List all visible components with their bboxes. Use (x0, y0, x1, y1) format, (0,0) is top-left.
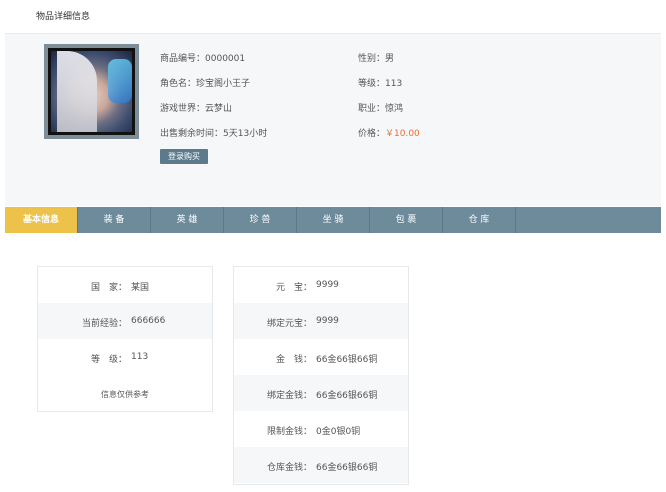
tab-mounts[interactable]: 坐 骑 (297, 207, 370, 233)
gender-label: 性别： (358, 54, 386, 64)
job-value: 惊鸿 (385, 104, 404, 114)
currency-row-money: 金 钱： 66金66银66铜 (234, 339, 408, 375)
job-field: 职业：惊鸿 (358, 101, 403, 114)
role-name-value: 珍宝阁小王子 (196, 79, 251, 89)
bound-money-value: 66金66银66铜 (316, 391, 378, 401)
info-row-experience: 当前经验： 666666 (38, 303, 212, 339)
game-world-field: 游戏世界：云梦山 (160, 101, 232, 114)
time-left-value: 5天13小时 (223, 129, 268, 139)
tab-basic-info[interactable]: 基本信息 (5, 207, 78, 233)
bound-money-label: 绑定金钱： (266, 391, 312, 401)
price-field: 价格：￥10.00 (358, 126, 420, 139)
level-row-value: 113 (131, 352, 149, 362)
reference-note: 信息仅供参考 (101, 390, 149, 399)
basic-info-card: 国 家： 某国 当前经验： 666666 等 级： 113 信息仅供参考 (37, 266, 213, 412)
warehouse-money-value: 66金66银66铜 (316, 463, 378, 473)
time-left-field: 出售剩余时间：5天13小时 (160, 126, 267, 139)
bound-yuanbao-value: 9999 (316, 316, 339, 326)
item-no-label: 商品编号： (160, 54, 206, 64)
avatar-frame (48, 48, 135, 135)
price-value: ￥10.00 (385, 129, 420, 139)
role-name-label: 角色名： (160, 79, 197, 89)
login-buy-button[interactable]: 登录购买 (160, 149, 208, 164)
game-world-label: 游戏世界： (160, 104, 206, 114)
currency-card: 元 宝： 9999 绑定元宝： 9999 金 钱： 66金66银66铜 绑定金钱… (233, 266, 409, 485)
job-label: 职业： (358, 104, 386, 114)
country-value: 某国 (131, 283, 150, 293)
portrait-glow (108, 59, 132, 103)
level-field: 等级：113 (358, 76, 402, 89)
tab-equipment[interactable]: 装 备 (78, 207, 151, 233)
tab-pets[interactable]: 珍 兽 (224, 207, 297, 233)
country-label: 国 家： (90, 283, 127, 293)
role-name-field: 角色名：珍宝阁小王子 (160, 76, 250, 89)
experience-value: 666666 (131, 316, 166, 326)
currency-row-bound-yuanbao: 绑定元宝： 9999 (234, 303, 408, 339)
character-avatar (44, 44, 139, 139)
yuanbao-value: 9999 (316, 280, 339, 290)
limited-money-value: 0金0银0铜 (316, 427, 361, 437)
yuanbao-label: 元 宝： (275, 283, 312, 293)
money-label: 金 钱： (275, 355, 312, 365)
currency-row-yuanbao: 元 宝： 9999 (234, 267, 408, 303)
page-title: 物品详细信息 (36, 12, 91, 22)
level-value: 113 (385, 79, 403, 89)
level-row-label: 等 级： (90, 355, 127, 365)
currency-row-bound-money: 绑定金钱： 66金66银66铜 (234, 375, 408, 411)
time-left-label: 出售剩余时间： (160, 129, 224, 139)
info-row-level: 等 级： 113 (38, 339, 212, 375)
money-value: 66金66银66铜 (316, 355, 378, 365)
info-row-country: 国 家： 某国 (38, 267, 212, 303)
tab-heroes[interactable]: 英 雄 (151, 207, 224, 233)
character-portrait-image (51, 51, 132, 132)
bound-yuanbao-label: 绑定元宝： (266, 319, 312, 329)
portrait-hair (57, 51, 97, 132)
title-bar: 物品详细信息 (0, 0, 666, 34)
item-no-value: 0000001 (205, 54, 246, 64)
level-label: 等级： (358, 79, 386, 89)
experience-label: 当前经验： (81, 319, 127, 329)
currency-row-limited-money: 限制金钱： 0金0银0铜 (234, 411, 408, 447)
gender-field: 性别：男 (358, 51, 394, 64)
item-no-field: 商品编号：0000001 (160, 51, 245, 64)
tab-bag[interactable]: 包 裹 (370, 207, 443, 233)
price-label: 价格： (358, 129, 386, 139)
detail-tabs: 基本信息 装 备 英 雄 珍 兽 坐 骑 包 裹 仓 库 (5, 207, 661, 233)
gender-value: 男 (385, 54, 395, 64)
item-info-panel: 商品编号：0000001 角色名：珍宝阁小王子 游戏世界：云梦山 出售剩余时间：… (5, 34, 661, 206)
game-world-value: 云梦山 (205, 104, 233, 114)
tab-warehouse[interactable]: 仓 库 (443, 207, 516, 233)
currency-row-warehouse-money: 仓库金钱： 66金66银66铜 (234, 447, 408, 483)
warehouse-money-label: 仓库金钱： (266, 463, 312, 473)
limited-money-label: 限制金钱： (266, 427, 312, 437)
